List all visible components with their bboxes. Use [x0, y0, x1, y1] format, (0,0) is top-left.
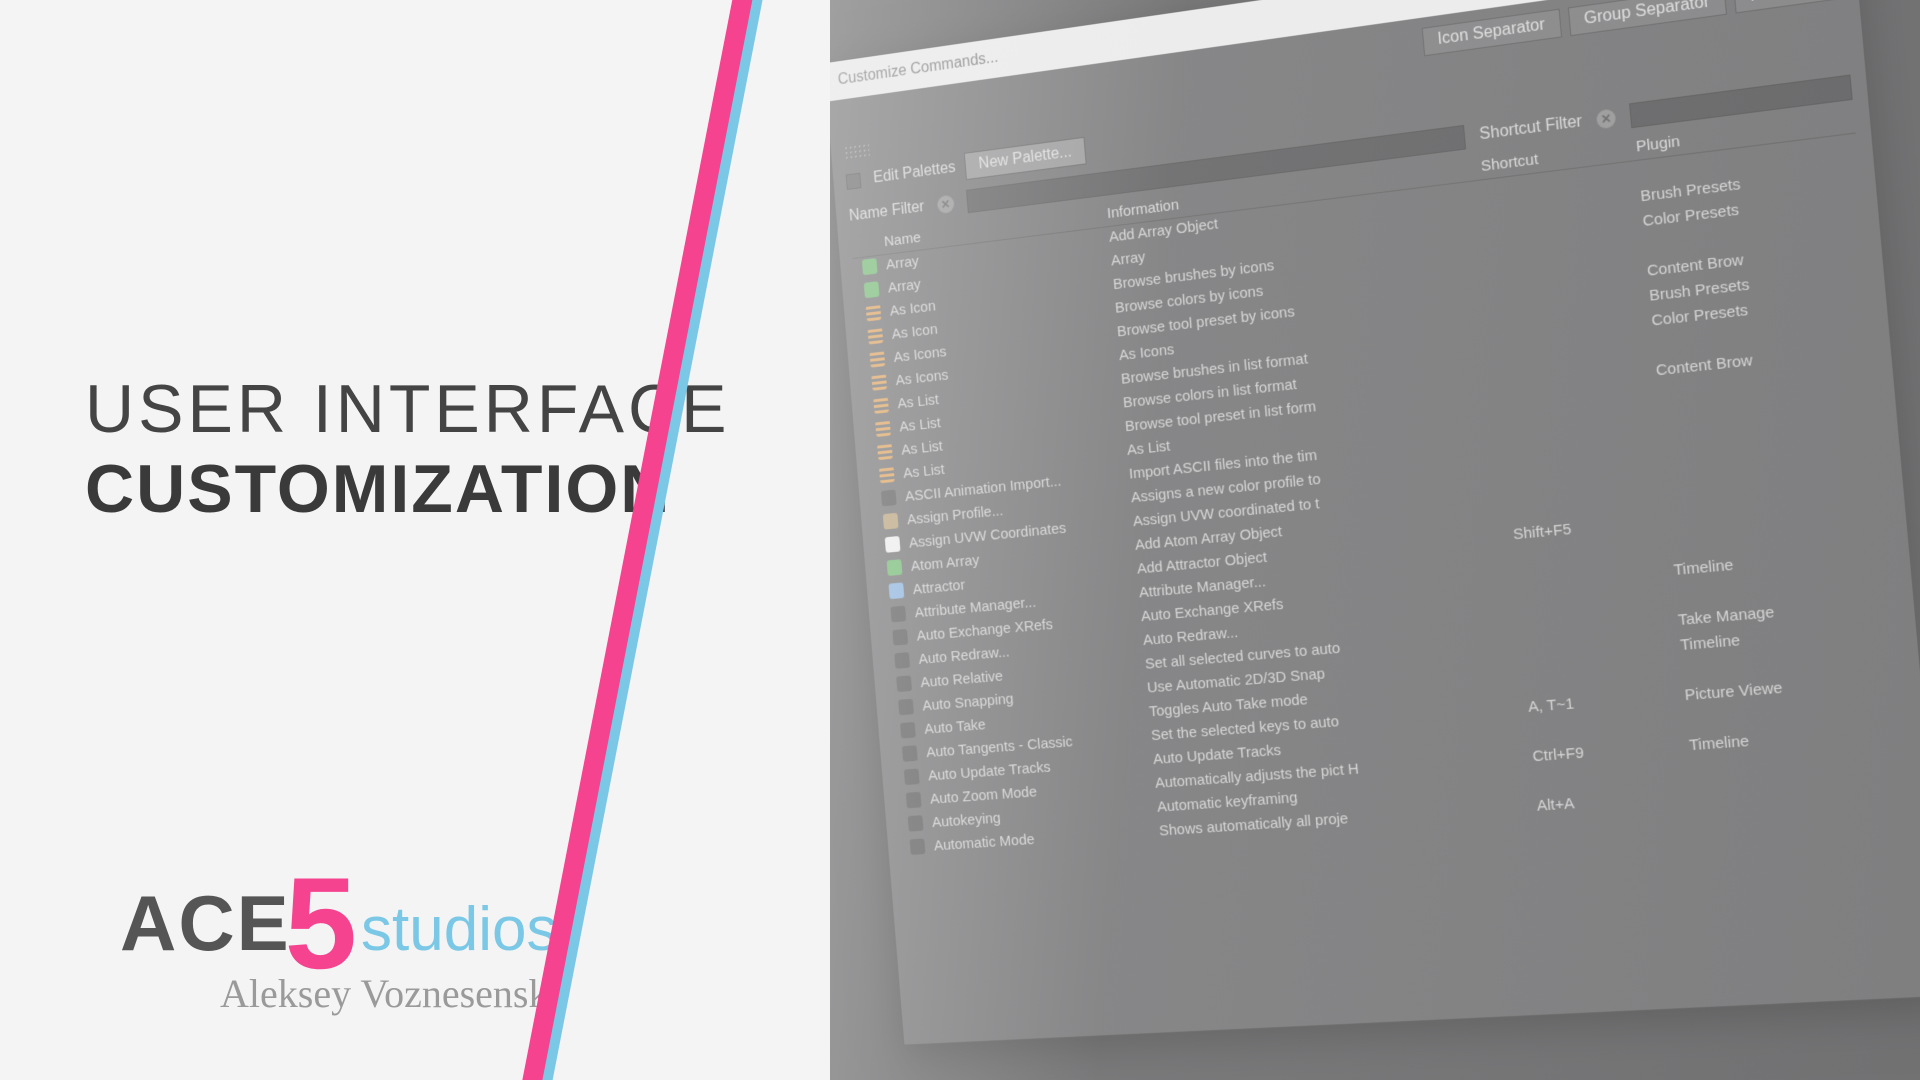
- row-icon: [875, 420, 891, 437]
- row-icon: [892, 629, 908, 646]
- clear-shortcut-filter-icon[interactable]: ✕: [1596, 108, 1616, 129]
- row-icon: [896, 675, 912, 692]
- group-separator-button[interactable]: Group Separator: [1567, 0, 1726, 36]
- commands-list[interactable]: ArrayAdd Array ObjectArrayArrayBrush Pre…: [853, 134, 1920, 1052]
- clear-name-filter-icon[interactable]: ✕: [936, 195, 954, 215]
- row-icon: [887, 559, 903, 576]
- edit-palettes-checkbox[interactable]: [846, 173, 862, 190]
- row-icon: [902, 745, 918, 762]
- title-line-2: CUSTOMIZATION: [85, 450, 671, 528]
- row-icon: [885, 536, 901, 553]
- row-icon: [883, 513, 899, 530]
- drag-handle-icon[interactable]: [843, 142, 870, 161]
- row-icon: [869, 351, 885, 368]
- row-icon: [888, 582, 904, 599]
- row-icon: [868, 327, 884, 344]
- row-icon: [862, 258, 878, 275]
- edit-palettes-label: Edit Palettes: [873, 159, 957, 187]
- name-filter-label: Name Filter: [848, 198, 925, 225]
- shortcut-filter-label: Shortcut Filter: [1479, 113, 1583, 145]
- row-icon: [873, 397, 889, 414]
- row-icon: [910, 838, 926, 855]
- logo-studios: studios: [361, 894, 557, 965]
- row-icon: [898, 699, 914, 716]
- row-icon: [864, 281, 880, 298]
- row-icon: [904, 769, 920, 786]
- row-icon: [906, 792, 922, 809]
- row-icon: [866, 304, 882, 321]
- logo-ace: ACE: [120, 878, 291, 969]
- title-line-1: USER INTERFACE: [85, 370, 730, 448]
- icon-separator-button[interactable]: Icon Separator: [1421, 9, 1561, 57]
- fill-space-button[interactable]: Fill Space: [1733, 0, 1844, 14]
- author-name: Aleksey Voznesenski: [220, 970, 560, 1017]
- row-icon: [908, 815, 924, 832]
- row-icon: [881, 490, 897, 507]
- row-icon: [900, 722, 916, 739]
- row-icon: [871, 374, 887, 391]
- new-palette-button[interactable]: New Palette...: [964, 137, 1087, 180]
- row-icon: [890, 606, 906, 623]
- row-icon: [879, 466, 895, 483]
- logo: ACE5studios: [120, 830, 557, 980]
- row-icon: [894, 652, 910, 669]
- customize-commands-window: Customize Commands... — ▢ ✕ Icon Separat…: [823, 0, 1920, 1046]
- row-icon: [877, 443, 893, 460]
